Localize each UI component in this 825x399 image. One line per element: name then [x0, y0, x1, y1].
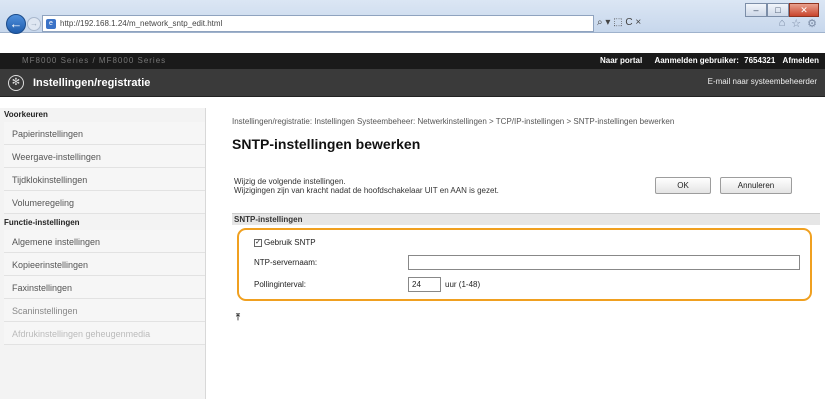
ntp-server-label: NTP-servernaam:	[254, 258, 318, 267]
polling-interval-unit: uur (1-48)	[445, 280, 481, 289]
use-sntp-label: Gebruik SNTP	[264, 238, 316, 247]
ok-button[interactable]: OK	[655, 177, 711, 194]
sidebar-item-memory-media-print[interactable]: Afdrukinstellingen geheugenmedia	[4, 322, 205, 345]
sidebar: Voorkeuren Papierinstellingen Weergave-i…	[0, 108, 206, 399]
back-arrow-icon[interactable]: ←	[6, 14, 26, 34]
favorites-star-icon[interactable]: ☆	[791, 17, 801, 30]
url-text: http://192.168.1.24/m_network_sntp_edit.…	[60, 19, 223, 28]
browser-toolbar-icons: ⌂ ☆ ⚙	[779, 17, 817, 30]
main-content: Instellingen/registratie: Instellingen S…	[232, 117, 822, 195]
sidebar-header-preferences: Voorkeuren	[4, 110, 48, 119]
sidebar-item-copy[interactable]: Kopieerinstellingen	[4, 253, 205, 276]
device-header-links: Naar portal Aanmelden gebruiker: 7654321…	[590, 56, 819, 65]
use-sntp-checkbox[interactable]: ✓	[254, 238, 262, 247]
close-button[interactable]: ✕	[789, 3, 819, 17]
settings-gear-icon: ✻	[8, 75, 24, 91]
description-line-2: Wijzigingen zijn van kracht nadat de hoo…	[234, 186, 499, 195]
ntp-server-input[interactable]	[408, 255, 800, 270]
back-to-top-icon[interactable]: ⤒	[236, 312, 240, 323]
use-sntp-row: ✓ Gebruik SNTP	[254, 238, 316, 247]
page-description: Wijzig de volgende instellingen. Wijzigi…	[234, 177, 499, 195]
settings-title: Instellingen/registratie	[33, 77, 151, 89]
portal-link[interactable]: Naar portal	[600, 56, 642, 65]
maximize-button[interactable]: □	[767, 3, 789, 17]
device-model: MF8000 Series / MF8000 Series	[22, 56, 167, 65]
page-favicon-icon: e	[46, 18, 56, 29]
login-user-label: Aanmelden gebruiker:	[654, 56, 739, 65]
cancel-button[interactable]: Annuleren	[720, 177, 792, 194]
polling-interval-label: Pollinginterval:	[254, 280, 307, 289]
page-title: SNTP-instellingen bewerken	[232, 136, 421, 152]
address-tools[interactable]: ⌕ ▾ ⬚ C ×	[597, 17, 641, 28]
sidebar-item-paper[interactable]: Papierinstellingen	[4, 122, 205, 145]
sidebar-item-fax[interactable]: Faxinstellingen	[4, 276, 205, 299]
address-bar[interactable]: e http://192.168.1.24/m_network_sntp_edi…	[42, 15, 594, 32]
forward-arrow-icon[interactable]: →	[27, 17, 41, 31]
sntp-section-header: SNTP-instellingen	[232, 213, 820, 225]
description-line-1: Wijzig de volgende instellingen.	[234, 177, 346, 186]
sidebar-item-timer[interactable]: Tijdklokinstellingen	[4, 168, 205, 191]
tools-gear-icon[interactable]: ⚙	[807, 17, 817, 30]
sidebar-item-display[interactable]: Weergave-instellingen	[4, 145, 205, 168]
polling-interval-input[interactable]: 24	[408, 277, 441, 292]
window-controls: – □ ✕	[745, 3, 819, 17]
sidebar-item-volume[interactable]: Volumeregeling	[4, 191, 205, 214]
settings-header: ✻ Instellingen/registratie E-mail naar s…	[0, 69, 825, 97]
login-user-id: 7654321	[744, 56, 776, 65]
sidebar-item-general[interactable]: Algemene instellingen	[4, 230, 205, 253]
sidebar-header-functions: Functie-instellingen	[4, 218, 80, 227]
section-title: SNTP-instellingen	[234, 215, 303, 224]
browser-titlebar: – □ ✕ ← → e http://192.168.1.24/m_networ…	[0, 0, 825, 34]
sidebar-item-scan[interactable]: Scaninstellingen	[4, 299, 205, 322]
minimize-button[interactable]: –	[745, 3, 767, 17]
admin-mail-link[interactable]: E-mail naar systeembeheerder	[708, 77, 817, 86]
breadcrumb: Instellingen/registratie: Instellingen S…	[232, 117, 675, 126]
home-icon[interactable]: ⌂	[779, 17, 786, 30]
logout-link[interactable]: Afmelden	[783, 56, 819, 65]
device-header: MF8000 Series / MF8000 Series Naar porta…	[0, 53, 825, 69]
